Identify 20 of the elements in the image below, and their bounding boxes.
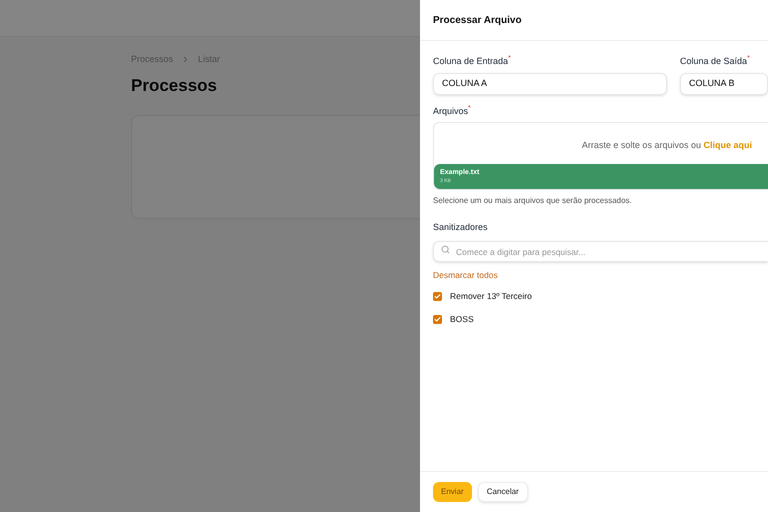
text-input[interactable]: COLUNA B [680, 72, 768, 94]
cancel-button[interactable]: Cancelar [478, 482, 528, 502]
checkbox-label: BOSS [450, 312, 474, 326]
page-title: Processos [131, 74, 218, 96]
checkbox[interactable] [433, 314, 442, 324]
browse-link[interactable]: Clique aqui [703, 139, 752, 152]
text-input[interactable]: COLUNA A [433, 72, 667, 94]
drawer-title: Processar Arquivo [420, 0, 768, 41]
field-label: Coluna de Entrada [433, 56, 508, 68]
search-field[interactable]: Comece a digitar para pesquisar... [433, 241, 768, 262]
field-label: Sanitizadores [433, 221, 488, 234]
checkbox-label: Remover 13º Terceiro [450, 290, 532, 303]
deselect-all-link[interactable]: Desmarcar todos [433, 268, 768, 282]
submit-button[interactable]: Enviar [433, 482, 472, 502]
field-label: Coluna de Saída [680, 56, 748, 68]
help-text: Selecione um ou mais arquivos que serão processados. [433, 195, 633, 207]
dropzone-text: Arraste e solte os arquivos ou [582, 139, 702, 152]
checkbox[interactable] [433, 292, 442, 301]
field-label: Arquivos [433, 106, 468, 118]
search-icon [441, 244, 450, 254]
